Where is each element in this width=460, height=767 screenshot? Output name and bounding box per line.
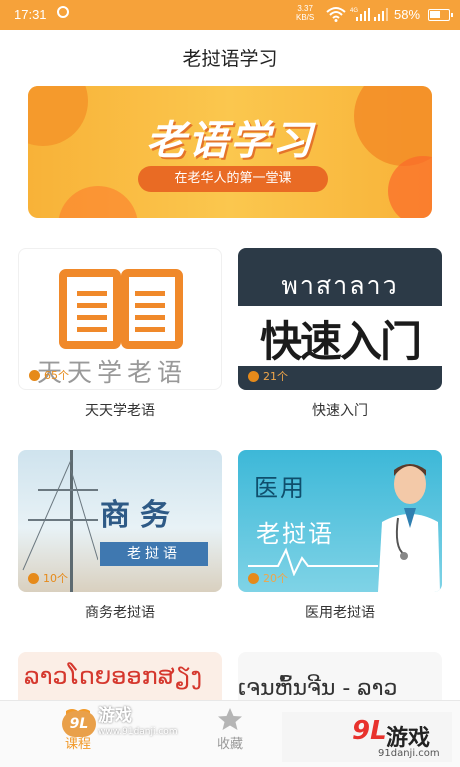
alarm-icon (57, 6, 69, 18)
watermark-badge: 9L (62, 711, 96, 737)
watermark-url: www.91danji.com (98, 727, 178, 737)
net-speed: 3.37 KB/S (296, 4, 314, 22)
course-name: 医用老挝语 (305, 605, 375, 621)
lesson-count-value: 10个 (43, 572, 68, 585)
page-title: 老挝语学习 (182, 48, 278, 70)
net-speed-value: 3.37 (297, 4, 313, 13)
banner-tagline: 在老华人的第一堂课 (138, 166, 328, 192)
tab-label: 收藏 (216, 737, 243, 752)
battery-fill (430, 11, 440, 18)
course-name: 快速入门 (312, 403, 368, 419)
promo-banner[interactable]: 老语学习 在老华人的第一堂课 (28, 86, 432, 218)
count-icon (29, 369, 40, 381)
partial-card-caption: ເຈນຫົ້ນຈີນ - ລາວ (238, 676, 398, 700)
thumbnail-lao-caption: พาสาลาว (281, 271, 399, 300)
book-icon (59, 269, 183, 349)
course-card-partial[interactable]: ເຈນຫົ້ນຈີນ - ລາວ (238, 652, 442, 700)
signal-icon: 4G (350, 8, 370, 21)
course-card-daily[interactable]: 天天学老语 65个 天天学老语 (18, 248, 222, 420)
lesson-count-value: 20个 (263, 572, 288, 585)
course-thumbnail: 天天学老语 65个 (18, 248, 222, 390)
course-name: 商务老挝语 (85, 605, 155, 621)
watermark-url: 91danji.com (378, 748, 440, 759)
partial-card-caption: ລາວໂດຍອອກສຽງ (24, 662, 203, 690)
status-bar: 17:31 3.37 KB/S 4G 58% (0, 0, 460, 30)
watermark-logo: 9L 游戏 www.91danji.com (62, 708, 178, 740)
course-thumbnail: พาสาลาว 快速入门 21个 (238, 248, 442, 390)
watermark-badge: 9L (352, 716, 387, 746)
count-icon (28, 572, 39, 584)
lesson-count: 65个 (29, 367, 69, 383)
status-time: 17:31 (14, 7, 47, 22)
thumbnail-tag: 老挝语 (256, 520, 334, 548)
battery-icon (428, 9, 453, 21)
thumbnail-caption: 医用 (254, 474, 306, 502)
doctor-illustration (378, 464, 440, 592)
watermark-text: 游戏 www.91danji.com (98, 708, 178, 740)
course-card-business[interactable]: 商务 老挝语 10个 商务老挝语 (18, 450, 222, 622)
count-icon (248, 370, 259, 382)
lesson-count: 10个 (28, 570, 68, 586)
course-thumbnail: 医用 老挝语 20个 (238, 450, 442, 592)
lesson-count: 21个 (248, 368, 288, 384)
lesson-count-value: 21个 (263, 370, 288, 383)
watermark-title: 游戏 (98, 706, 132, 726)
lesson-count-value: 65个 (44, 369, 69, 382)
signal-icon-secondary (374, 8, 388, 21)
thumbnail-tag: 老挝语 (100, 542, 208, 566)
course-card-quickstart[interactable]: พาสาลาว 快速入门 21个 快速入门 (238, 248, 442, 420)
watermark-logo: 9L 游戏 91danji.com (282, 712, 452, 762)
star-icon (218, 708, 242, 730)
banner-headline: 老语学习 (146, 118, 314, 164)
course-card-medical[interactable]: 医用 老挝语 20个 医用老挝语 (238, 450, 442, 622)
banner-decor-circle (58, 186, 138, 218)
count-icon (248, 572, 259, 584)
lesson-count: 20个 (248, 570, 288, 586)
thumbnail-caption: 快速入门 (259, 317, 422, 366)
net-speed-unit: KB/S (296, 13, 315, 22)
wifi-icon (326, 7, 346, 22)
battery-percent: 58% (394, 7, 421, 22)
tab-favorites[interactable]: 收藏 (190, 707, 270, 752)
course-card-partial[interactable]: ລາວໂດຍອອກສຽງ (18, 652, 222, 700)
signal-badge: 4G (350, 8, 358, 14)
course-name: 天天学老语 (85, 403, 155, 419)
course-thumbnail: 商务 老挝语 10个 (18, 450, 222, 592)
thumbnail-caption: 商务 (100, 498, 180, 533)
